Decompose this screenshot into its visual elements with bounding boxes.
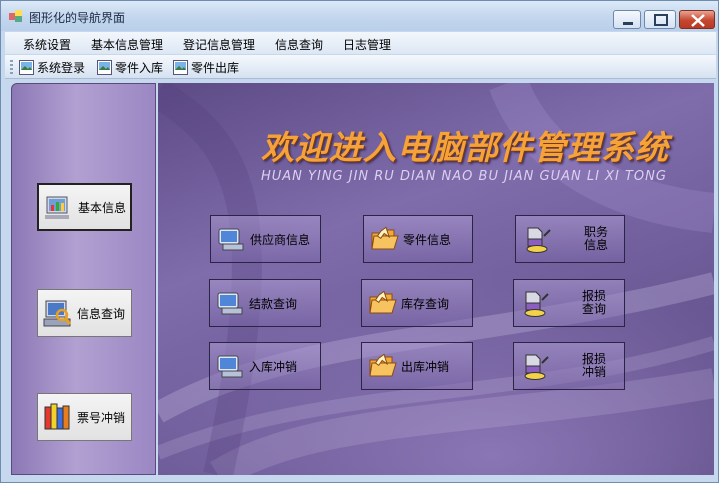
picture-icon	[173, 60, 188, 75]
sidebar-ticket-reversal-label: 票号冲销	[77, 410, 126, 425]
toolbar-login-button[interactable]: 系统登录	[19, 59, 85, 76]
sidebar-info-query-button[interactable]: 信息查询	[37, 289, 132, 337]
books-icon	[44, 403, 70, 430]
position-info-button[interactable]: 职务信息	[515, 215, 625, 263]
position-info-label: 职务信息	[583, 225, 608, 252]
payment-query-label: 结款查询	[249, 296, 298, 311]
sidebar-ticket-reversal-button[interactable]: 票号冲销	[37, 393, 132, 441]
stock-in-reversal-button[interactable]: 入库冲销	[209, 342, 321, 390]
folder-arrow-icon	[371, 226, 399, 250]
inventory-query-button[interactable]: 库存查询	[361, 279, 473, 327]
eraser-icon	[526, 227, 551, 253]
toolbar: 系统登录 零件入库 零件出库	[5, 55, 716, 79]
menu-info-query[interactable]: 信息查询	[275, 36, 323, 53]
menu-bar: 系统设置 基本信息管理 登记信息管理 信息查询 日志管理	[5, 32, 716, 54]
computer-chart-icon	[45, 196, 69, 219]
minimize-icon	[623, 22, 633, 25]
part-info-button[interactable]: 零件信息	[363, 215, 473, 263]
stock-out-reversal-label: 出库冲销	[401, 359, 450, 374]
computer-search-icon	[43, 300, 72, 327]
picture-icon	[97, 60, 112, 75]
main-panel: 欢迎进入电脑部件管理系统 HUAN YING JIN RU DIAN NAO B…	[158, 83, 714, 475]
stock-in-reversal-label: 入库冲销	[249, 359, 298, 374]
loss-query-label: 报损查询	[581, 289, 606, 316]
inventory-query-label: 库存查询	[401, 296, 450, 311]
toolbar-stock-out-label: 零件出库	[191, 61, 240, 75]
banner-subtitle: HUAN YING JIN RU DIAN NAO BU JIAN GUAN L…	[261, 169, 667, 184]
banner-title: 欢迎进入电脑部件管理系统	[261, 128, 669, 167]
sidebar-panel: 基本信息 信息查询 票号冲销	[11, 83, 156, 475]
close-button[interactable]	[679, 10, 715, 29]
menu-system-settings[interactable]: 系统设置	[23, 36, 71, 53]
window-title: 图形化的导航界面	[29, 11, 126, 25]
folder-arrow-icon	[369, 290, 397, 314]
computer-icon	[217, 292, 243, 315]
minimize-button[interactable]	[613, 10, 641, 29]
toolbar-grip[interactable]	[10, 60, 13, 75]
toolbar-stock-in-button[interactable]: 零件入库	[97, 59, 163, 76]
menu-log-management[interactable]: 日志管理	[343, 36, 391, 53]
toolbar-login-label: 系统登录	[37, 61, 86, 75]
loss-reversal-button[interactable]: 报损冲销	[513, 342, 625, 390]
menu-registration[interactable]: 登记信息管理	[183, 36, 255, 53]
sidebar-basic-info-label: 基本信息	[78, 200, 127, 215]
supplier-info-label: 供应商信息	[250, 232, 311, 247]
toolbar-stock-in-label: 零件入库	[115, 61, 164, 75]
maximize-button[interactable]	[644, 10, 676, 29]
loss-reversal-label: 报损冲销	[581, 352, 606, 379]
supplier-info-button[interactable]: 供应商信息	[210, 215, 321, 263]
eraser-icon	[524, 354, 549, 380]
title-bar: 图形化的导航界面	[1, 1, 718, 31]
close-icon	[691, 14, 705, 27]
part-info-label: 零件信息	[403, 232, 452, 247]
picture-icon	[19, 60, 34, 75]
menu-basic-info[interactable]: 基本信息管理	[91, 36, 163, 53]
loss-query-button[interactable]: 报损查询	[513, 279, 625, 327]
computer-icon	[218, 228, 244, 251]
app-window: 图形化的导航界面 系统设置 基本信息管理 登记信息管理 信息查询 日志管理 系统…	[0, 0, 719, 483]
stock-out-reversal-button[interactable]: 出库冲销	[361, 342, 473, 390]
app-icon	[9, 10, 22, 22]
maximize-icon	[654, 14, 668, 26]
toolbar-stock-out-button[interactable]: 零件出库	[173, 59, 239, 76]
computer-icon	[217, 355, 243, 378]
sidebar-basic-info-button[interactable]: 基本信息	[37, 183, 132, 231]
folder-arrow-icon	[369, 353, 397, 377]
sidebar-info-query-label: 信息查询	[77, 306, 126, 321]
eraser-icon	[524, 291, 549, 317]
payment-query-button[interactable]: 结款查询	[209, 279, 321, 327]
